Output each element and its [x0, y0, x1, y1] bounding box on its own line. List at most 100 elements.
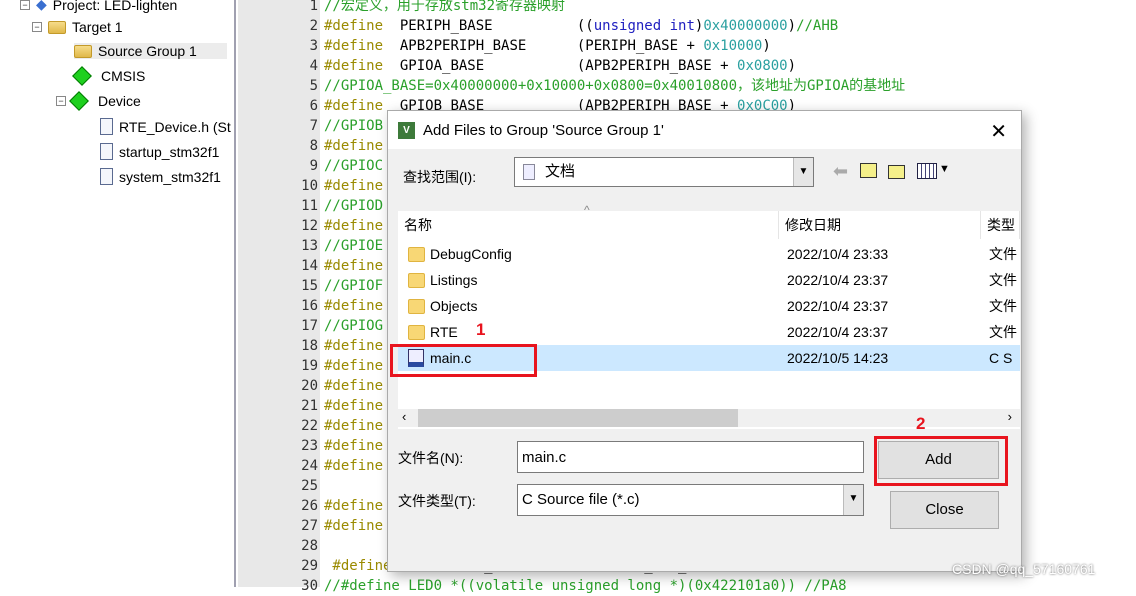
code-line: #define — [324, 456, 383, 476]
filename-label: 文件名(N): — [398, 450, 464, 466]
filename-input[interactable] — [517, 441, 864, 473]
folder-icon — [408, 273, 425, 288]
file-date: 2022/10/4 23:37 — [787, 298, 889, 314]
file-date: 2022/10/4 23:37 — [787, 324, 889, 340]
look-in-select[interactable]: 文档 ▼ — [514, 157, 814, 187]
close-icon[interactable]: ✕ — [990, 119, 1007, 144]
line-number: 20 — [301, 378, 318, 394]
collapse-icon[interactable]: − — [20, 0, 30, 10]
line-number: 19 — [301, 358, 318, 374]
column-header-type[interactable]: 类型 — [981, 211, 1020, 239]
code-line: #define — [324, 436, 383, 456]
line-number: 8 — [309, 138, 318, 154]
code-token: ) — [762, 38, 771, 54]
file-row[interactable]: Listings 2022/10/4 23:37 文件 — [398, 267, 1020, 293]
file-row[interactable]: DebugConfig 2022/10/4 23:33 文件 — [398, 241, 1020, 267]
line-number: 29 — [301, 558, 318, 574]
back-icon[interactable]: ⬅ — [833, 161, 848, 182]
code-token: #define — [324, 378, 384, 394]
code-token: 0x10000 — [703, 38, 763, 54]
collapse-icon[interactable]: − — [56, 96, 66, 106]
line-number: 28 — [301, 538, 318, 554]
file-icon — [100, 118, 113, 135]
chevron-down-icon[interactable]: ▼ — [843, 485, 863, 515]
folder-icon — [408, 247, 425, 262]
code-token: #define — [324, 138, 384, 154]
file-type: 文件 — [989, 246, 1017, 262]
code-line: //#define LED0 *((volatile unsigned long… — [324, 576, 847, 596]
project-icon: ◆ — [36, 0, 47, 12]
file-row[interactable]: RTE 2022/10/4 23:37 文件 — [398, 319, 1020, 345]
line-number: 14 — [301, 258, 318, 274]
view-menu-icon[interactable] — [917, 163, 937, 179]
filetype-select[interactable]: C Source file (*.c) ▼ — [517, 484, 864, 516]
annotation-box-1 — [390, 344, 537, 377]
scroll-left-icon[interactable]: ‹ — [402, 409, 406, 424]
code-line: #define — [324, 516, 383, 536]
chevron-down-icon[interactable]: ▼ — [939, 163, 950, 175]
tree-project[interactable]: − ◆ Project: LED-lighten — [20, 0, 177, 13]
code-token: 0x0800 — [737, 58, 788, 74]
line-number: 3 — [309, 38, 318, 54]
file-name: RTE — [430, 324, 458, 340]
line-number: 16 — [301, 298, 318, 314]
filetype-label: 文件类型(T): — [398, 493, 476, 509]
keil-app-icon: V — [398, 121, 415, 139]
tree-file[interactable]: startup_stm32f1 — [100, 143, 219, 160]
annotation-number-1: 1 — [476, 320, 486, 339]
code-token: #define — [324, 558, 392, 574]
new-folder-icon[interactable] — [888, 165, 905, 179]
code-line: #define — [324, 296, 383, 316]
scroll-right-icon[interactable]: › — [1008, 409, 1012, 424]
file-type: C S — [989, 350, 1013, 366]
code-token: //GPIOA_BASE=0x40000000+0x10000+0x0800=0… — [324, 78, 906, 94]
line-number: 22 — [301, 418, 318, 434]
code-token: PERIPH_BASE (( — [383, 18, 594, 34]
line-number: 25 — [301, 478, 318, 494]
line-number: 2 — [309, 18, 318, 34]
file-list[interactable]: ^ 名称 修改日期 类型 DebugConfig 2022/10/4 23:33 文… — [398, 203, 1020, 429]
line-number: 12 — [301, 218, 318, 234]
tree-file[interactable]: RTE_Device.h (St — [100, 118, 231, 135]
tree-file[interactable]: system_stm32f1 — [100, 168, 221, 185]
file-type: 文件 — [989, 298, 1017, 314]
code-token: #define — [324, 178, 384, 194]
code-token: ) — [787, 58, 797, 74]
code-token: 0x40000000 — [703, 18, 788, 34]
chevron-down-icon[interactable]: ▼ — [793, 158, 813, 186]
scrollbar-thumb[interactable] — [418, 409, 738, 427]
line-number: 11 — [301, 198, 318, 214]
code-line: #define — [324, 176, 383, 196]
line-number: 30 — [301, 578, 318, 594]
code-line: #define — [324, 336, 383, 356]
tree-source-group[interactable]: Source Group 1 — [74, 43, 227, 59]
line-number: 17 — [301, 318, 318, 334]
up-folder-icon[interactable] — [860, 163, 877, 178]
line-number: 13 — [301, 238, 318, 254]
close-button[interactable]: Close — [890, 491, 999, 529]
file-icon — [100, 168, 113, 185]
horizontal-scrollbar[interactable]: ‹ › — [398, 409, 1020, 427]
file-name: DebugConfig — [430, 246, 512, 262]
file-date: 2022/10/4 23:37 — [787, 272, 889, 288]
collapse-icon[interactable]: − — [32, 22, 42, 32]
code-token: //AHB — [796, 18, 839, 34]
code-token: GPIOA_BASE (APB2PERIPH_BASE + — [383, 58, 738, 74]
dialog-titlebar: V Add Files to Group 'Source Group 1' ✕ — [388, 111, 1021, 149]
file-row[interactable]: Objects 2022/10/4 23:37 文件 — [398, 293, 1020, 319]
file-date: 2022/10/4 23:33 — [787, 246, 889, 262]
tree-device[interactable]: − Device — [56, 91, 141, 111]
tree-target[interactable]: − Target 1 — [32, 19, 123, 35]
project-tree: − ◆ Project: LED-lighten − Target 1 Source … — [0, 0, 236, 587]
file-type: 文件 — [989, 324, 1017, 340]
look-in-label: 查找范围(I): — [403, 169, 477, 185]
code-line: #define — [324, 256, 383, 276]
column-header-name[interactable]: 名称 — [398, 211, 779, 239]
component-icon — [72, 66, 92, 86]
code-token: #define — [324, 338, 384, 354]
code-token: #define — [324, 498, 384, 514]
column-header-date[interactable]: 修改日期 — [779, 211, 981, 239]
code-token: #define — [324, 438, 384, 454]
tree-cmsis[interactable]: CMSIS — [72, 66, 145, 86]
code-token: unsigned int — [593, 18, 695, 34]
